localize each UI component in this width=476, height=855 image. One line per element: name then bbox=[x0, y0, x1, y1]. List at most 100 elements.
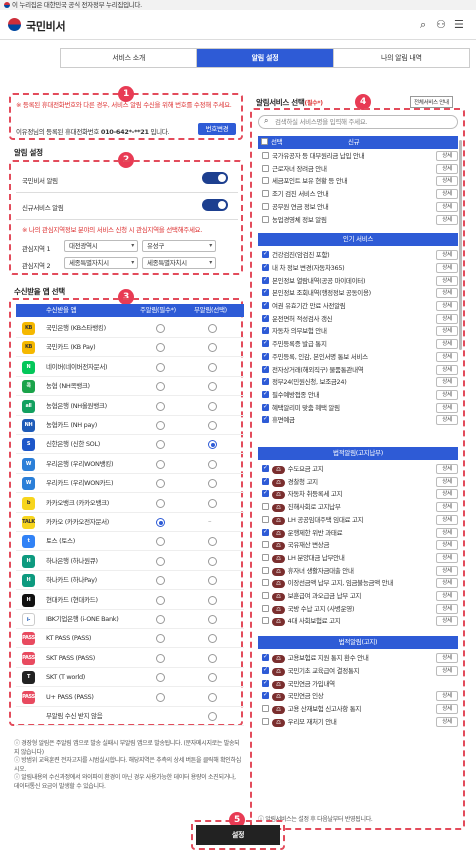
service-checkbox[interactable] bbox=[262, 261, 269, 274]
primary-radio[interactable] bbox=[156, 518, 165, 527]
service-checkbox[interactable] bbox=[262, 515, 269, 523]
service-checkbox[interactable] bbox=[262, 526, 269, 538]
detail-button[interactable]: 상세 bbox=[436, 653, 458, 664]
service-checkbox[interactable] bbox=[262, 592, 269, 599]
service-checkbox[interactable] bbox=[262, 177, 269, 185]
detail-button[interactable]: 상세 bbox=[436, 151, 458, 161]
secondary-radio[interactable] bbox=[208, 537, 217, 547]
detail-button[interactable]: 상세 bbox=[436, 351, 458, 362]
primary-radio[interactable] bbox=[156, 673, 165, 683]
service-checkbox[interactable] bbox=[262, 299, 269, 312]
service-checkbox[interactable] bbox=[262, 462, 269, 475]
detail-button[interactable]: 상세 bbox=[436, 476, 458, 487]
search-icon[interactable]: ⌕ bbox=[420, 18, 426, 32]
secondary-radio[interactable] bbox=[208, 673, 217, 683]
secondary-radio[interactable] bbox=[208, 576, 217, 586]
secondary-radio[interactable] bbox=[208, 634, 217, 644]
service-checkbox[interactable] bbox=[262, 164, 269, 172]
primary-radio[interactable] bbox=[156, 343, 165, 353]
service-checkbox[interactable] bbox=[262, 717, 269, 725]
tab-my-alarms[interactable]: 나의 알림 내역 bbox=[333, 49, 469, 67]
service-checkbox[interactable] bbox=[262, 689, 269, 702]
primary-radio[interactable] bbox=[156, 440, 165, 450]
secondary-radio[interactable] bbox=[208, 343, 217, 353]
detail-button[interactable]: 상세 bbox=[436, 616, 458, 627]
detail-button[interactable]: 상세 bbox=[436, 262, 458, 273]
primary-radio[interactable] bbox=[156, 362, 165, 372]
service-checkbox[interactable] bbox=[262, 579, 269, 587]
secondary-radio[interactable] bbox=[208, 595, 217, 605]
primary-radio[interactable] bbox=[156, 556, 165, 566]
secondary-radio[interactable] bbox=[208, 382, 217, 392]
detail-button[interactable]: 상세 bbox=[436, 301, 458, 311]
detail-button[interactable]: 상세 bbox=[436, 377, 458, 388]
tab-service-intro[interactable]: 서비스 소개 bbox=[61, 49, 198, 67]
service-checkbox[interactable] bbox=[262, 604, 269, 612]
primary-radio[interactable] bbox=[156, 653, 165, 663]
primary-radio[interactable] bbox=[156, 324, 165, 333]
region2-city-select[interactable]: 세종특별자치시 bbox=[64, 257, 138, 269]
detail-button[interactable]: 상세 bbox=[436, 603, 458, 614]
service-checkbox[interactable] bbox=[262, 350, 269, 362]
detail-button[interactable]: 상세 bbox=[436, 703, 458, 714]
service-checkbox[interactable] bbox=[262, 215, 269, 223]
detail-button[interactable]: 상세 bbox=[436, 389, 458, 400]
all-services-button[interactable]: 전체서비스 안내 bbox=[410, 96, 453, 108]
service-checkbox[interactable] bbox=[262, 541, 269, 549]
service-checkbox[interactable] bbox=[262, 617, 269, 625]
detail-button[interactable]: 상세 bbox=[436, 415, 458, 426]
user-icon[interactable]: ⚇ bbox=[436, 18, 446, 31]
service-checkbox[interactable] bbox=[262, 503, 269, 511]
secondary-radio[interactable] bbox=[208, 459, 217, 469]
detail-button[interactable]: 상세 bbox=[436, 565, 458, 576]
primary-radio[interactable] bbox=[156, 595, 165, 605]
detail-button[interactable]: 상세 bbox=[436, 665, 458, 676]
secondary-radio[interactable] bbox=[208, 615, 217, 624]
detail-button[interactable]: 상세 bbox=[436, 364, 458, 375]
change-number-button[interactable]: 번호변경 bbox=[198, 123, 236, 135]
service-checkbox[interactable] bbox=[262, 388, 269, 401]
detail-button[interactable]: 상세 bbox=[436, 201, 458, 212]
secondary-radio[interactable] bbox=[208, 653, 217, 663]
service-checkbox[interactable] bbox=[262, 651, 269, 664]
region1-district-select[interactable]: 유성구 bbox=[142, 240, 216, 252]
primary-radio[interactable] bbox=[156, 634, 165, 644]
detail-button[interactable]: 상세 bbox=[436, 540, 458, 551]
service-checkbox[interactable] bbox=[262, 677, 269, 689]
primary-radio[interactable] bbox=[156, 615, 165, 624]
region1-city-select[interactable]: 대전광역시 bbox=[64, 240, 138, 252]
secondary-radio[interactable] bbox=[208, 498, 217, 508]
detail-button[interactable]: 상세 bbox=[436, 552, 458, 563]
service-checkbox[interactable] bbox=[262, 337, 269, 350]
tab-alarm-settings[interactable]: 알림 설정 bbox=[197, 49, 334, 67]
logo-icon[interactable] bbox=[8, 18, 21, 31]
detail-button[interactable]: 상세 bbox=[436, 275, 458, 286]
primary-radio[interactable] bbox=[156, 576, 165, 586]
service-search-input[interactable]: 검색하실 서비스명을 입력해 주세요. bbox=[258, 115, 458, 129]
secondary-radio[interactable] bbox=[208, 692, 217, 702]
region2-district-select[interactable]: 세종특별자치시 bbox=[142, 257, 216, 269]
brand-title[interactable]: 국민비서 bbox=[26, 18, 66, 34]
secondary-radio[interactable] bbox=[208, 712, 217, 721]
service-checkbox[interactable] bbox=[262, 401, 269, 413]
detail-button[interactable]: 상세 bbox=[436, 250, 458, 261]
detail-button[interactable]: 상세 bbox=[436, 578, 458, 589]
service-checkbox[interactable] bbox=[262, 487, 269, 500]
service-checkbox[interactable] bbox=[262, 704, 269, 712]
service-checkbox[interactable] bbox=[262, 286, 269, 299]
service-checkbox[interactable] bbox=[262, 324, 269, 337]
service-checkbox[interactable] bbox=[262, 664, 269, 676]
secondary-radio[interactable] bbox=[208, 421, 217, 430]
detail-button[interactable]: 상세 bbox=[436, 514, 458, 525]
menu-icon[interactable]: ☰ bbox=[454, 18, 464, 31]
secondary-radio[interactable] bbox=[208, 401, 217, 411]
detail-button[interactable]: 상세 bbox=[436, 464, 458, 474]
primary-radio[interactable] bbox=[156, 537, 165, 547]
detail-button[interactable]: 상세 bbox=[436, 326, 458, 337]
primary-radio[interactable] bbox=[156, 421, 165, 430]
service-checkbox[interactable] bbox=[262, 475, 269, 487]
detail-button[interactable]: 상세 bbox=[436, 716, 458, 727]
detail-button[interactable]: 상세 bbox=[436, 288, 458, 299]
primary-radio[interactable] bbox=[156, 459, 165, 469]
detail-button[interactable]: 상세 bbox=[436, 313, 458, 324]
